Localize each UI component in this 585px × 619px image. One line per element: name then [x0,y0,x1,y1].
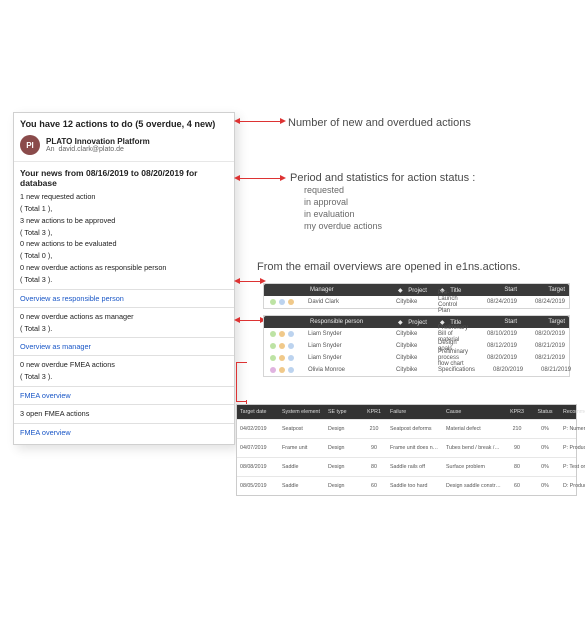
fmea-row[interactable]: 04/02/2019SeatpostDesign210Seatpost defo… [237,419,576,438]
email-subject: You have 12 actions to do (5 overdue, 4 … [14,113,234,133]
responsible-grid: Responsible person◆ Project ◆ Title Star… [263,315,570,377]
fmea-header: Target dateSystem element SE typeKPR1 Fa… [237,405,576,419]
annotation-period-stats: Period and statistics for action status … [290,172,475,233]
link-fmea-overview-1[interactable]: FMEA overview [20,390,228,401]
grid-row[interactable]: Liam SnyderCitybike Preliminary Bill of … [264,328,569,340]
email-panel: You have 12 actions to do (5 overdue, 4 … [13,112,235,445]
avatar: PI [20,135,40,155]
grid-row[interactable]: David ClarkCitybike Pre-Launch Control P… [264,296,569,308]
annotation-overviews-opened: From the email overviews are opened in e… [257,261,521,273]
annotation-actions-count: Number of new and overdued actions [288,117,471,129]
grid-header: Manager◆ Project ◆ Title StartTarget [264,284,569,296]
grid-row[interactable]: Olivia MonroeCitybike Specifications 08/… [264,364,569,376]
fmea-row[interactable]: 04/07/2019Frame unitDesign90Frame unit d… [237,438,576,457]
grid-row[interactable]: Liam SnyderCitybike Design goals 08/12/2… [264,340,569,352]
link-overview-manager[interactable]: Overview as manager [20,341,228,352]
grid-previews: Manager◆ Project ◆ Title StartTarget Dav… [263,283,570,383]
link-fmea-overview-2[interactable]: FMEA overview [20,427,228,438]
stats-block: 1 new requested action ( Total 1 ), 3 ne… [14,191,234,286]
fmea-row[interactable]: 08/08/2019SaddleDesign80Saddle rails off… [237,457,576,476]
grid-row[interactable]: Liam SnyderCitybike Preliminary process … [264,352,569,364]
fmea-table: Target dateSystem element SE typeKPR1 Fa… [236,404,577,496]
fmea-row[interactable]: 08/05/2019SaddleDesign60Saddle too hardD… [237,476,576,495]
email-from-row: PI PLATO Innovation Platform An david.cl… [14,133,234,162]
bracket-icon [236,362,247,402]
from-name: PLATO Innovation Platform [46,137,150,146]
news-period-heading: Your news from 08/16/2019 to 08/20/2019 … [14,162,234,191]
link-overview-responsible[interactable]: Overview as responsible person [20,293,228,304]
from-email: An david.clark@plato.de [46,146,150,153]
grid-header: Responsible person◆ Project ◆ Title Star… [264,316,569,328]
manager-grid: Manager◆ Project ◆ Title StartTarget Dav… [263,283,570,309]
